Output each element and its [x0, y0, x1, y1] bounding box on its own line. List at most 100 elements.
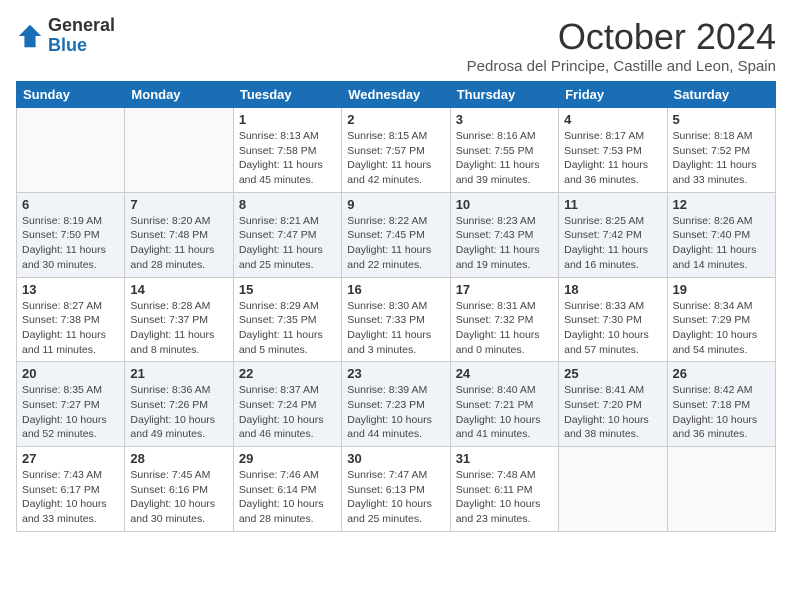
cell-info: Sunrise: 8:26 AMSunset: 7:40 PMDaylight:…: [673, 214, 770, 273]
logo-icon: [16, 22, 44, 50]
cell-info: Sunrise: 7:43 AMSunset: 6:17 PMDaylight:…: [22, 468, 119, 527]
calendar-cell: 31Sunrise: 7:48 AMSunset: 6:11 PMDayligh…: [450, 447, 558, 532]
col-header-sunday: Sunday: [17, 82, 125, 108]
calendar-cell: 15Sunrise: 8:29 AMSunset: 7:35 PMDayligh…: [233, 277, 341, 362]
cell-info: Sunrise: 8:35 AMSunset: 7:27 PMDaylight:…: [22, 383, 119, 442]
day-number: 28: [130, 451, 227, 466]
cell-info: Sunrise: 8:34 AMSunset: 7:29 PMDaylight:…: [673, 299, 770, 358]
day-number: 7: [130, 197, 227, 212]
calendar-cell: [667, 447, 775, 532]
cell-info: Sunrise: 8:22 AMSunset: 7:45 PMDaylight:…: [347, 214, 444, 273]
day-number: 15: [239, 282, 336, 297]
calendar-cell: 21Sunrise: 8:36 AMSunset: 7:26 PMDayligh…: [125, 362, 233, 447]
cell-info: Sunrise: 8:37 AMSunset: 7:24 PMDaylight:…: [239, 383, 336, 442]
logo-general: General: [48, 16, 115, 36]
calendar-cell: 4 Sunrise: 8:17 AMSunset: 7:53 PMDaylight…: [559, 108, 667, 193]
calendar-cell: 2Sunrise: 8:15 AMSunset: 7:57 PMDaylight…: [342, 108, 450, 193]
calendar-cell: 27Sunrise: 7:43 AMSunset: 6:17 PMDayligh…: [17, 447, 125, 532]
day-number: 19: [673, 282, 770, 297]
calendar-cell: 10Sunrise: 8:23 AMSunset: 7:43 PMDayligh…: [450, 192, 558, 277]
day-number: 11: [564, 197, 661, 212]
cell-info: Sunrise: 8:25 AMSunset: 7:42 PMDaylight:…: [564, 214, 661, 273]
day-number: 1: [239, 112, 336, 127]
cell-info: Sunrise: 8:27 AMSunset: 7:38 PMDaylight:…: [22, 299, 119, 358]
calendar-cell: 1 Sunrise: 8:13 AMSunset: 7:58 PMDaylight…: [233, 108, 341, 193]
day-number: 18: [564, 282, 661, 297]
cell-info: Sunrise: 7:45 AMSunset: 6:16 PMDaylight:…: [130, 468, 227, 527]
calendar-cell: 14Sunrise: 8:28 AMSunset: 7:37 PMDayligh…: [125, 277, 233, 362]
day-number: 24: [456, 366, 553, 381]
calendar-cell: 29Sunrise: 7:46 AMSunset: 6:14 PMDayligh…: [233, 447, 341, 532]
calendar-cell: 7Sunrise: 8:20 AMSunset: 7:48 PMDaylight…: [125, 192, 233, 277]
cell-info: Sunrise: 8:33 AMSunset: 7:30 PMDaylight:…: [564, 299, 661, 358]
calendar-cell: [125, 108, 233, 193]
day-number: 30: [347, 451, 444, 466]
location-subtitle: Pedrosa del Principe, Castille and Leon,…: [467, 58, 776, 75]
logo: General Blue: [16, 16, 115, 56]
cell-info: Sunrise: 8:30 AMSunset: 7:33 PMDaylight:…: [347, 299, 444, 358]
day-number: 14: [130, 282, 227, 297]
calendar-cell: 3 Sunrise: 8:16 AMSunset: 7:55 PMDaylight…: [450, 108, 558, 193]
calendar-table: SundayMondayTuesdayWednesdayThursdayFrid…: [16, 81, 776, 532]
calendar-cell: 22 Sunrise: 8:37 AMSunset: 7:24 PMDayligh…: [233, 362, 341, 447]
cell-info: Sunrise: 7:48 AMSunset: 6:11 PMDaylight:…: [456, 468, 553, 527]
logo-blue: Blue: [48, 36, 115, 56]
calendar-cell: 24 Sunrise: 8:40 AMSunset: 7:21 PMDayligh…: [450, 362, 558, 447]
month-title: October 2024: [467, 16, 776, 58]
cell-info: Sunrise: 7:47 AMSunset: 6:13 PMDaylight:…: [347, 468, 444, 527]
col-header-thursday: Thursday: [450, 82, 558, 108]
calendar-cell: [17, 108, 125, 193]
cell-info: Sunrise: 8:19 AMSunset: 7:50 PMDaylight:…: [22, 214, 119, 273]
cell-info: Sunrise: 8:40 AMSunset: 7:21 PMDaylight:…: [456, 383, 553, 442]
cell-info: Sunrise: 8:16 AMSunset: 7:55 PMDaylight:…: [456, 129, 553, 188]
day-number: 6: [22, 197, 119, 212]
calendar-cell: 6 Sunrise: 8:19 AMSunset: 7:50 PMDaylight…: [17, 192, 125, 277]
day-number: 13: [22, 282, 119, 297]
col-header-wednesday: Wednesday: [342, 82, 450, 108]
calendar-week-3: 13 Sunrise: 8:27 AMSunset: 7:38 PMDayligh…: [17, 277, 776, 362]
day-number: 20: [22, 366, 119, 381]
col-header-tuesday: Tuesday: [233, 82, 341, 108]
cell-info: Sunrise: 8:41 AMSunset: 7:20 PMDaylight:…: [564, 383, 661, 442]
calendar-cell: 26Sunrise: 8:42 AMSunset: 7:18 PMDayligh…: [667, 362, 775, 447]
col-header-monday: Monday: [125, 82, 233, 108]
calendar-cell: 11 Sunrise: 8:25 AMSunset: 7:42 PMDayligh…: [559, 192, 667, 277]
page-header: General Blue October 2024 Pedrosa del Pr…: [16, 16, 776, 75]
title-block: October 2024 Pedrosa del Principe, Casti…: [467, 16, 776, 75]
day-number: 12: [673, 197, 770, 212]
calendar-cell: 17 Sunrise: 8:31 AMSunset: 7:32 PMDayligh…: [450, 277, 558, 362]
day-number: 22: [239, 366, 336, 381]
calendar-cell: 18 Sunrise: 8:33 AMSunset: 7:30 PMDayligh…: [559, 277, 667, 362]
cell-info: Sunrise: 7:46 AMSunset: 6:14 PMDaylight:…: [239, 468, 336, 527]
day-number: 3: [456, 112, 553, 127]
day-number: 17: [456, 282, 553, 297]
cell-info: Sunrise: 8:31 AMSunset: 7:32 PMDaylight:…: [456, 299, 553, 358]
calendar-cell: 13 Sunrise: 8:27 AMSunset: 7:38 PMDayligh…: [17, 277, 125, 362]
cell-info: Sunrise: 8:17 AMSunset: 7:53 PMDaylight:…: [564, 129, 661, 188]
calendar-cell: 19 Sunrise: 8:34 AMSunset: 7:29 PMDayligh…: [667, 277, 775, 362]
day-number: 21: [130, 366, 227, 381]
col-header-saturday: Saturday: [667, 82, 775, 108]
calendar-cell: 30 Sunrise: 7:47 AMSunset: 6:13 PMDayligh…: [342, 447, 450, 532]
calendar-cell: [559, 447, 667, 532]
cell-info: Sunrise: 8:39 AMSunset: 7:23 PMDaylight:…: [347, 383, 444, 442]
day-number: 4: [564, 112, 661, 127]
calendar-cell: 12 Sunrise: 8:26 AMSunset: 7:40 PMDayligh…: [667, 192, 775, 277]
calendar-cell: 16 Sunrise: 8:30 AMSunset: 7:33 PMDayligh…: [342, 277, 450, 362]
calendar-header-row: SundayMondayTuesdayWednesdayThursdayFrid…: [17, 82, 776, 108]
day-number: 16: [347, 282, 444, 297]
calendar-cell: 23 Sunrise: 8:39 AMSunset: 7:23 PMDayligh…: [342, 362, 450, 447]
day-number: 5: [673, 112, 770, 127]
calendar-cell: 8Sunrise: 8:21 AMSunset: 7:47 PMDaylight…: [233, 192, 341, 277]
day-number: 23: [347, 366, 444, 381]
day-number: 9: [347, 197, 444, 212]
calendar-cell: 25Sunrise: 8:41 AMSunset: 7:20 PMDayligh…: [559, 362, 667, 447]
cell-info: Sunrise: 8:18 AMSunset: 7:52 PMDaylight:…: [673, 129, 770, 188]
calendar-cell: 20 Sunrise: 8:35 AMSunset: 7:27 PMDayligh…: [17, 362, 125, 447]
calendar-week-5: 27Sunrise: 7:43 AMSunset: 6:17 PMDayligh…: [17, 447, 776, 532]
day-number: 2: [347, 112, 444, 127]
cell-info: Sunrise: 8:42 AMSunset: 7:18 PMDaylight:…: [673, 383, 770, 442]
calendar-cell: 9 Sunrise: 8:22 AMSunset: 7:45 PMDaylight…: [342, 192, 450, 277]
cell-info: Sunrise: 8:13 AMSunset: 7:58 PMDaylight:…: [239, 129, 336, 188]
col-header-friday: Friday: [559, 82, 667, 108]
